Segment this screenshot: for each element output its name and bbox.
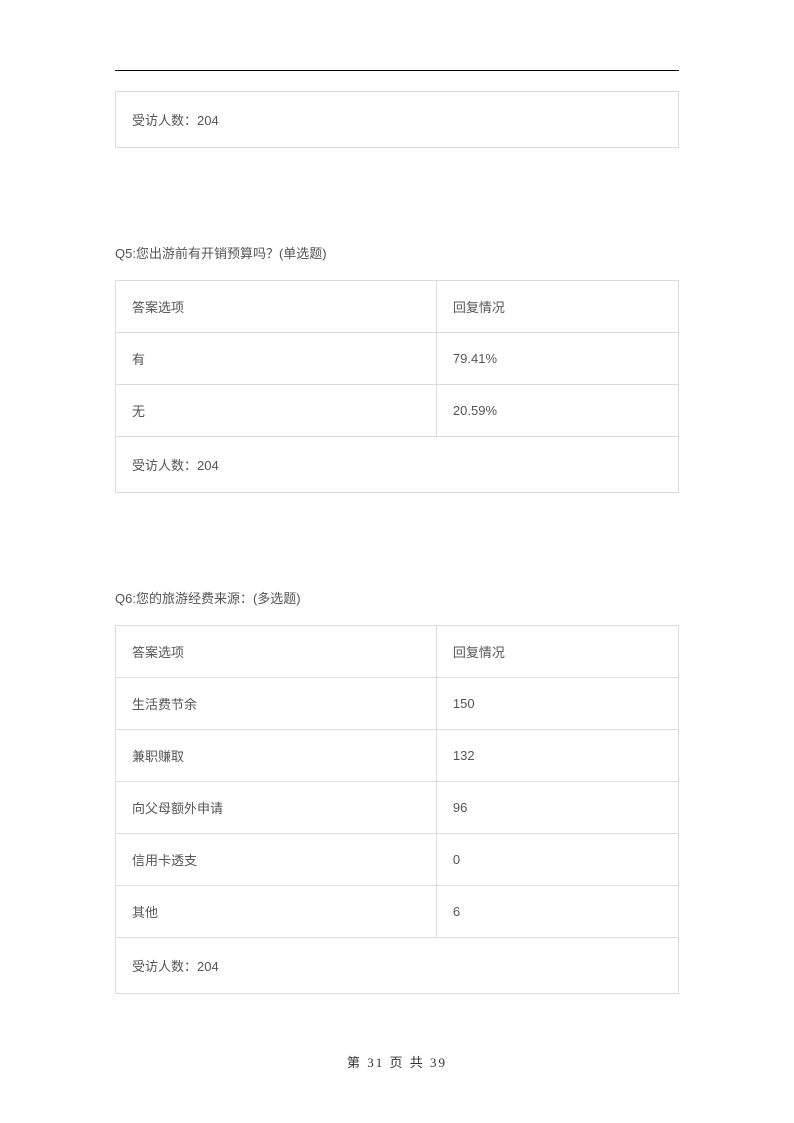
table-header-row: 答案选项 回复情况 xyxy=(116,281,679,333)
q5-footer-value: 204 xyxy=(197,458,219,473)
q6-header-right: 回复情况 xyxy=(436,626,678,678)
q5-header-right: 回复情况 xyxy=(436,281,678,333)
q5-table: 答案选项 回复情况 有 79.41% 无 20.59% 受访人数：204 xyxy=(115,280,679,493)
q6-row0-value: 150 xyxy=(436,678,678,730)
q6-row0-label: 生活费节余 xyxy=(116,678,437,730)
question-q6: Q6:您的旅游经费来源：(多选题) 答案选项 回复情况 生活费节余 150 兼职… xyxy=(115,588,679,994)
q6-row1-label: 兼职赚取 xyxy=(116,730,437,782)
q5-row1-label: 无 xyxy=(116,385,437,437)
table-footer-row: 受访人数：204 xyxy=(116,437,679,493)
q5-title: Q5:您出游前有开销预算吗？(单选题) xyxy=(115,243,679,262)
question-q5: Q5:您出游前有开销预算吗？(单选题) 答案选项 回复情况 有 79.41% 无… xyxy=(115,243,679,493)
q5-footer: 受访人数：204 xyxy=(116,437,679,493)
top-divider xyxy=(115,70,679,71)
table-row: 无 20.59% xyxy=(116,385,679,437)
q6-footer-value: 204 xyxy=(197,959,219,974)
q5-header-left: 答案选项 xyxy=(116,281,437,333)
q6-table: 答案选项 回复情况 生活费节余 150 兼职赚取 132 向父母额外申请 96 … xyxy=(115,625,679,994)
q6-row3-value: 0 xyxy=(436,834,678,886)
q5-row1-value: 20.59% xyxy=(436,385,678,437)
table-footer-row: 受访人数：204 xyxy=(116,938,679,994)
q6-row2-label: 向父母额外申请 xyxy=(116,782,437,834)
q6-footer-prefix: 受访人数： xyxy=(132,959,197,974)
q6-row4-label: 其他 xyxy=(116,886,437,938)
q5-row0-value: 79.41% xyxy=(436,333,678,385)
q6-footer: 受访人数：204 xyxy=(116,938,679,994)
q6-row1-value: 132 xyxy=(436,730,678,782)
q6-header-left: 答案选项 xyxy=(116,626,437,678)
table-row: 信用卡透支 0 xyxy=(116,834,679,886)
page-footer-text: 第 31 页 共 39 xyxy=(347,1055,447,1070)
q6-row2-value: 96 xyxy=(436,782,678,834)
top-summary-box: 受访人数：204 xyxy=(115,91,679,148)
top-summary-prefix: 受访人数： xyxy=(132,113,197,128)
top-summary-value: 204 xyxy=(197,113,219,128)
table-header-row: 答案选项 回复情况 xyxy=(116,626,679,678)
q5-footer-prefix: 受访人数： xyxy=(132,458,197,473)
table-row: 其他 6 xyxy=(116,886,679,938)
q6-title: Q6:您的旅游经费来源：(多选题) xyxy=(115,588,679,607)
table-row: 有 79.41% xyxy=(116,333,679,385)
q6-row4-value: 6 xyxy=(436,886,678,938)
table-row: 兼职赚取 132 xyxy=(116,730,679,782)
table-row: 生活费节余 150 xyxy=(116,678,679,730)
q5-row0-label: 有 xyxy=(116,333,437,385)
page-footer: 第 31 页 共 39 xyxy=(0,1052,794,1071)
table-row: 向父母额外申请 96 xyxy=(116,782,679,834)
q6-row3-label: 信用卡透支 xyxy=(116,834,437,886)
page-container: 受访人数：204 Q5:您出游前有开销预算吗？(单选题) 答案选项 回复情况 有… xyxy=(0,0,794,994)
